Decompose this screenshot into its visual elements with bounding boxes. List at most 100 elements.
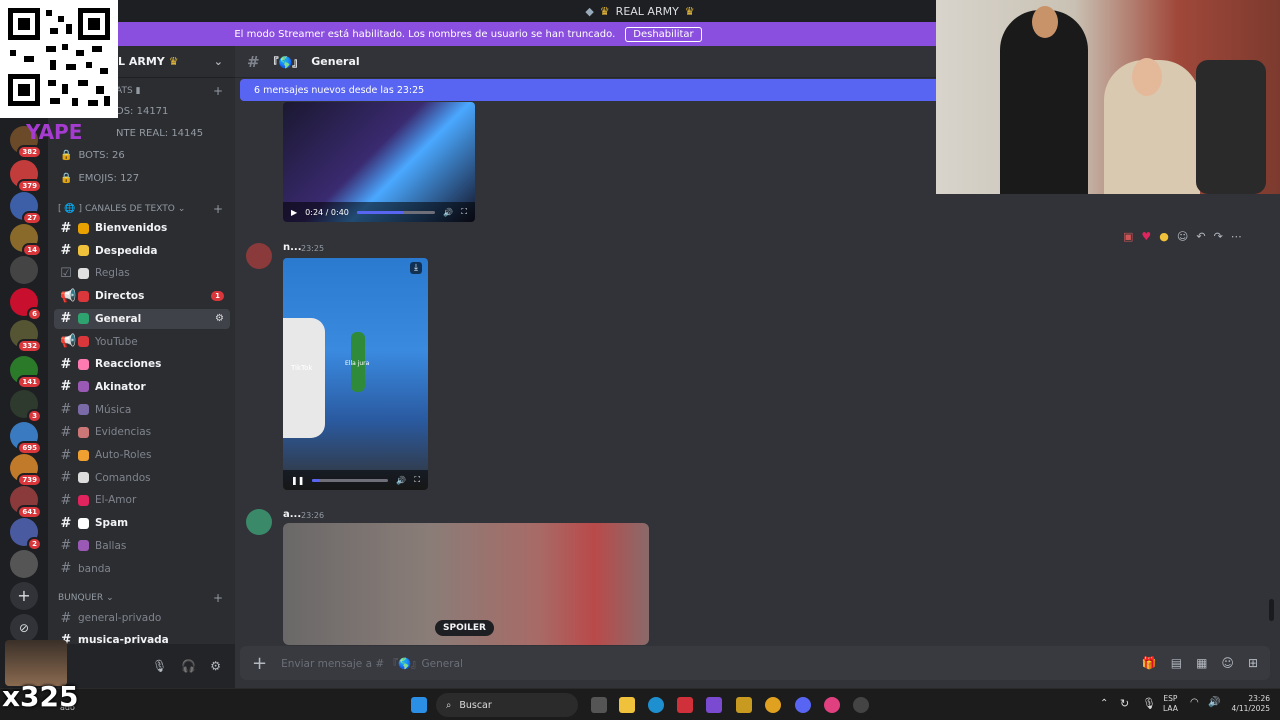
sync-icon[interactable]: ↻ xyxy=(1120,697,1129,710)
channel-item[interactable]: # Bienvenidos xyxy=(54,218,230,238)
play-icon[interactable]: ▶ xyxy=(291,208,297,217)
apps-icon[interactable]: ⊞ xyxy=(1248,656,1258,670)
forward-icon[interactable]: ↷ xyxy=(1214,230,1223,243)
video-player[interactable]: TikTok Ella jura ⤓ ❚❚ 🔊 ⛶ xyxy=(283,258,428,490)
app-icon[interactable] xyxy=(853,697,869,713)
language-indicator[interactable]: ESP LAA xyxy=(1163,694,1178,714)
explore-icon[interactable]: ⊘ xyxy=(10,614,38,642)
clock[interactable]: 23:26 4/11/2025 xyxy=(1226,694,1270,714)
server-icon[interactable]: 3 xyxy=(10,390,42,423)
channel-item[interactable]: # general-privado xyxy=(54,608,230,628)
edge-icon[interactable] xyxy=(648,697,664,713)
server-icon[interactable]: 27 xyxy=(10,192,42,225)
server-icon[interactable]: 641 xyxy=(10,486,42,519)
volume-icon[interactable]: 🔊 xyxy=(443,208,453,217)
add-server-button[interactable]: + xyxy=(10,582,38,610)
gear-icon[interactable]: ⚙ xyxy=(210,659,221,673)
microphone-icon[interactable]: 🎙 xyxy=(152,659,167,673)
volume-icon[interactable]: 🔊 xyxy=(1208,697,1220,708)
server-icon[interactable] xyxy=(10,256,38,284)
download-icon[interactable]: ⤓ xyxy=(410,262,422,274)
bunker-category[interactable]: BUNQUER ⌄ xyxy=(58,593,114,603)
chart-icon: ▮ xyxy=(135,86,141,96)
channel-item[interactable]: # Despedida xyxy=(54,241,230,261)
message-input[interactable]: Enviar mensaje a # 『🌎』General xyxy=(281,656,463,671)
avatar[interactable] xyxy=(246,509,272,535)
add-channel-icon[interactable]: + xyxy=(213,84,223,98)
channel-item[interactable]: # Evidencias xyxy=(54,422,230,442)
task-view-icon[interactable] xyxy=(591,697,607,713)
server-icon[interactable]: 695 xyxy=(10,422,42,455)
server-icon[interactable]: 332 xyxy=(10,320,42,353)
server-icon[interactable] xyxy=(10,550,38,578)
app-icon[interactable] xyxy=(736,697,752,713)
stats-category[interactable]: ATS ▮ xyxy=(116,86,141,96)
text-category[interactable]: [ 🌐 ] CANALES DE TEXTO ⌄ xyxy=(58,204,185,214)
laugh-emoji-icon[interactable]: ● xyxy=(1159,230,1169,243)
new-messages-bar[interactable]: 6 mensajes nuevos desde las 23:25 xyxy=(240,79,940,101)
reaction-icon[interactable]: ▣ xyxy=(1123,230,1133,243)
disable-streamer-button[interactable]: Deshabilitar xyxy=(625,26,702,42)
server-icon[interactable]: 739 xyxy=(10,454,42,487)
channel-item[interactable]: # Reacciones xyxy=(54,354,230,374)
add-reaction-icon[interactable]: ☺ xyxy=(1177,230,1188,243)
message-composer[interactable]: + Enviar mensaje a # 『🌎』General 🎁 ▤ ▦ ☺ … xyxy=(240,646,1270,680)
channel-item[interactable]: # El-Amor xyxy=(54,490,230,510)
store-icon[interactable] xyxy=(677,697,693,713)
video-progress[interactable] xyxy=(356,210,436,214)
message-author[interactable]: a... xyxy=(283,509,301,520)
headphones-icon[interactable]: 🎧 xyxy=(181,659,196,673)
spoiler-attachment[interactable]: SPOILER xyxy=(283,523,649,645)
channel-item[interactable]: # Spam xyxy=(54,513,230,533)
channel-item[interactable]: # Akinator xyxy=(54,377,230,397)
channel-item[interactable]: # musica-privada xyxy=(54,630,230,645)
discord-icon[interactable] xyxy=(795,697,811,713)
search-icon: ⌕ xyxy=(446,699,452,711)
wifi-icon[interactable]: ◠ xyxy=(1190,697,1199,708)
emoji-icon[interactable]: ☺ xyxy=(1221,656,1234,670)
fullscreen-icon[interactable]: ⛶ xyxy=(414,475,420,485)
mic-tray-icon[interactable]: 🎙 xyxy=(1142,697,1156,710)
channel-item[interactable]: ☑ Reglas xyxy=(54,263,230,283)
volume-icon[interactable]: 🔊 xyxy=(396,476,406,485)
channel-item[interactable]: # banda xyxy=(54,559,230,579)
server-icon[interactable]: 141 xyxy=(10,356,42,389)
channel-item[interactable]: 📢 YouTube xyxy=(54,332,230,352)
heart-icon[interactable]: ♥ xyxy=(1141,230,1151,243)
file-explorer-icon[interactable] xyxy=(619,697,635,713)
obs-icon[interactable] xyxy=(824,697,840,713)
video-player[interactable]: ▶ 0:24 / 0:40 🔊 ⛶ xyxy=(283,102,475,222)
server-icon[interactable]: 6 xyxy=(10,288,42,321)
gift-icon[interactable]: 🎁 xyxy=(1142,656,1157,670)
gear-icon[interactable]: ⚙ xyxy=(215,313,224,324)
chrome-icon[interactable] xyxy=(765,697,781,713)
gaming-chair-shape xyxy=(1196,60,1266,194)
more-icon[interactable]: ⋯ xyxy=(1231,230,1242,243)
server-icon[interactable]: 379 xyxy=(10,160,42,193)
gif-icon[interactable]: ▤ xyxy=(1171,656,1182,670)
add-channel-icon[interactable]: + xyxy=(213,591,223,605)
reply-icon[interactable]: ↶ xyxy=(1196,230,1205,243)
message-author[interactable]: n... xyxy=(283,242,302,253)
sticker-icon[interactable]: ▦ xyxy=(1196,656,1207,670)
copilot-icon[interactable] xyxy=(706,697,722,713)
add-channel-icon[interactable]: + xyxy=(213,202,223,216)
attach-plus-icon[interactable]: + xyxy=(252,653,267,674)
channel-item[interactable]: # Música xyxy=(54,400,230,420)
server-icon[interactable]: 2 xyxy=(10,518,42,551)
channel-item[interactable]: # General ⚙ xyxy=(54,308,230,329)
fullscreen-icon[interactable]: ⛶ xyxy=(461,207,467,217)
channel-label: musica-privada xyxy=(78,634,169,644)
server-icon[interactable]: 14 xyxy=(10,224,42,257)
video-progress[interactable] xyxy=(312,478,389,482)
channel-item[interactable]: # Auto-Roles xyxy=(54,445,230,465)
channel-item[interactable]: # Comandos xyxy=(54,468,230,488)
avatar[interactable] xyxy=(246,243,272,269)
chevron-up-icon[interactable]: ⌃ xyxy=(1100,698,1108,709)
pause-icon[interactable]: ❚❚ xyxy=(291,476,304,485)
channel-item[interactable]: 📢 Directos 1 xyxy=(54,286,230,306)
scrollbar[interactable] xyxy=(1269,599,1274,621)
channel-item[interactable]: # Ballas xyxy=(54,536,230,556)
windows-start-icon[interactable] xyxy=(411,697,427,713)
taskbar-search[interactable]: ⌕ Buscar xyxy=(436,693,578,717)
